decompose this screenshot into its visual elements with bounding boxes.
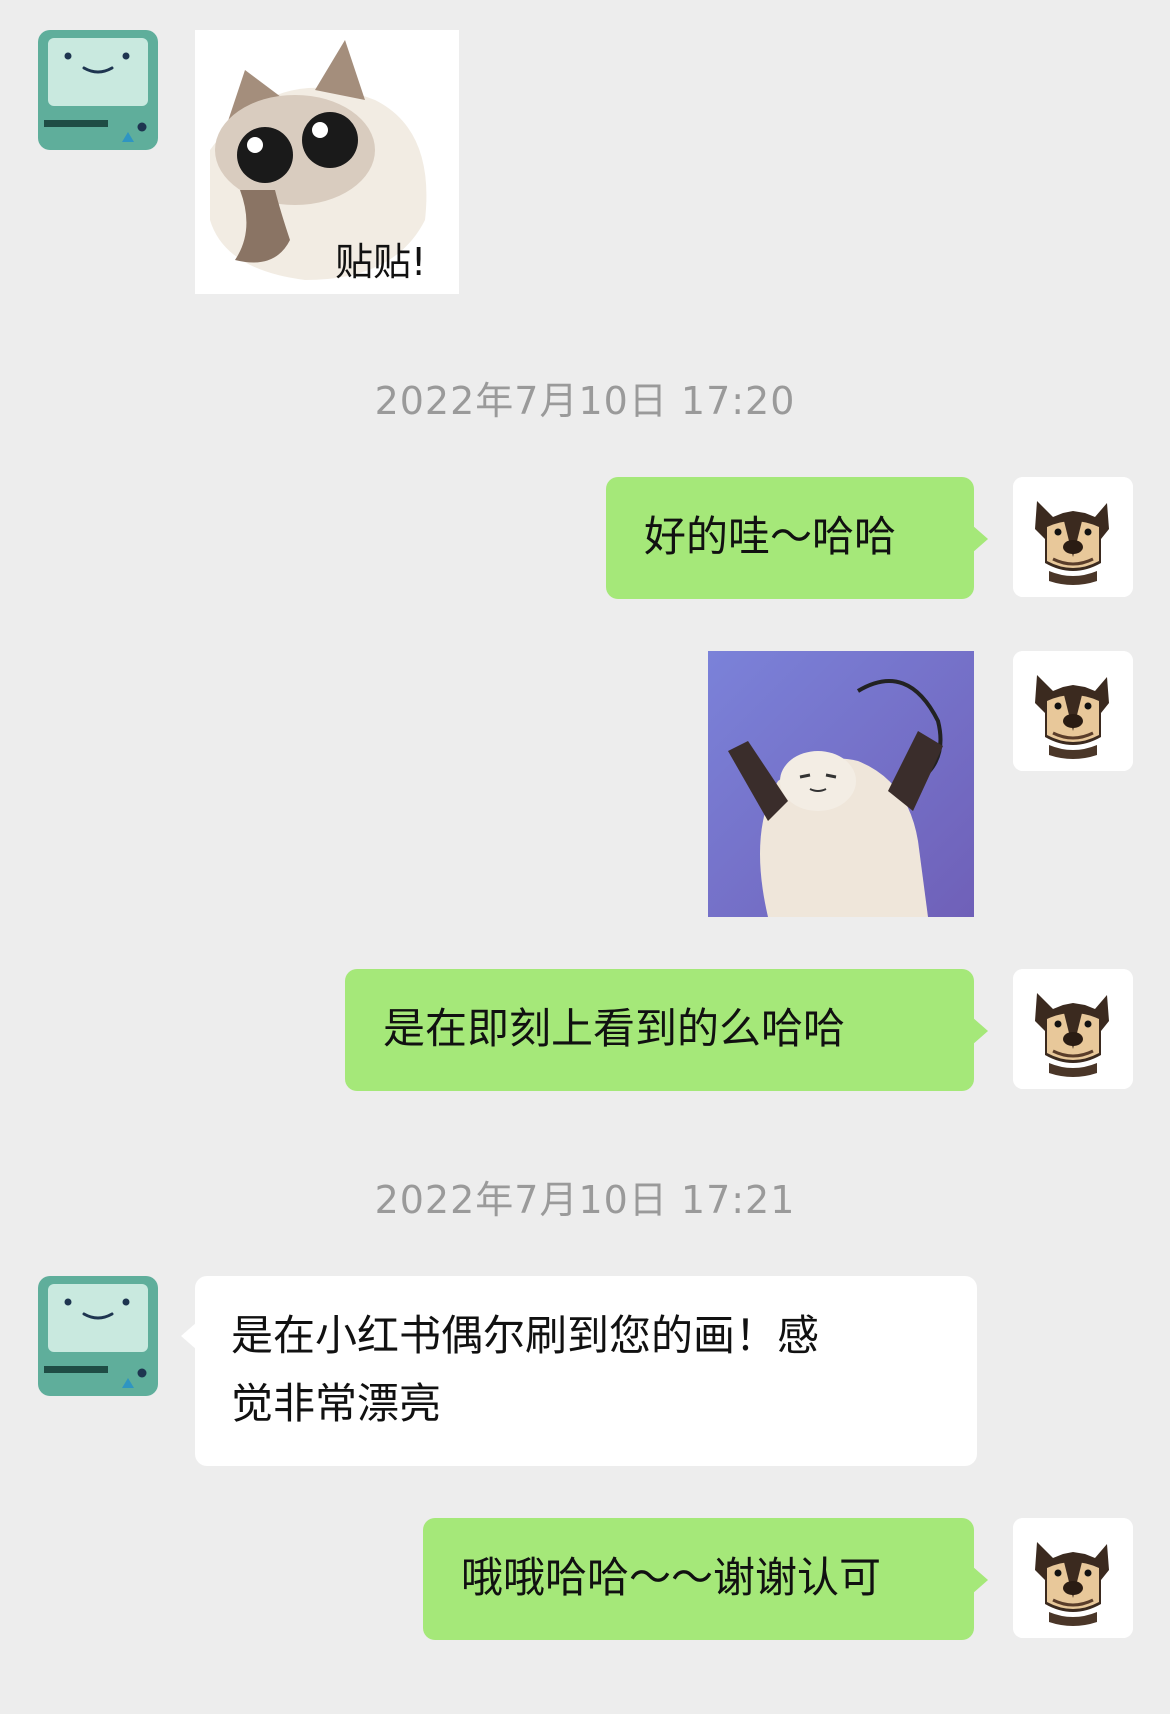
robot-avatar-icon[interactable] xyxy=(38,30,158,150)
message-text-line: 是在小红书偶尔刷到您的画！感 xyxy=(231,1311,820,1360)
dog-avatar-icon[interactable] xyxy=(1013,651,1133,771)
message-bubble[interactable]: 是在即刻上看到的么哈哈 xyxy=(345,969,988,1091)
message-text-line: 觉非常漂亮 xyxy=(231,1379,442,1428)
message-text: 哦哦哈哈～～谢谢认可 xyxy=(461,1553,882,1602)
timestamp: 2022年7月10日 17:20 xyxy=(374,379,796,423)
dog-avatar-icon[interactable] xyxy=(1013,969,1133,1089)
message-bubble[interactable]: 好的哇～哈哈 xyxy=(606,477,988,599)
timestamp: 2022年7月10日 17:21 xyxy=(374,1178,796,1222)
message-bubble[interactable]: 是在小红书偶尔刷到您的画！感 觉非常漂亮 xyxy=(181,1276,977,1466)
dog-avatar-icon[interactable] xyxy=(1013,477,1133,597)
cat-sticker-icon[interactable]: 贴贴! xyxy=(195,30,459,294)
message-text: 好的哇～哈哈 xyxy=(644,512,897,561)
robot-avatar-icon[interactable] xyxy=(38,1276,158,1396)
message-bubble[interactable]: 哦哦哈哈～～谢谢认可 xyxy=(423,1518,988,1640)
message-text: 是在即刻上看到的么哈哈 xyxy=(383,1004,846,1053)
cat-stretching-sticker-icon[interactable] xyxy=(708,651,974,917)
dog-avatar-icon[interactable] xyxy=(1013,1518,1133,1638)
svg-text:贴贴!: 贴贴! xyxy=(335,240,426,284)
